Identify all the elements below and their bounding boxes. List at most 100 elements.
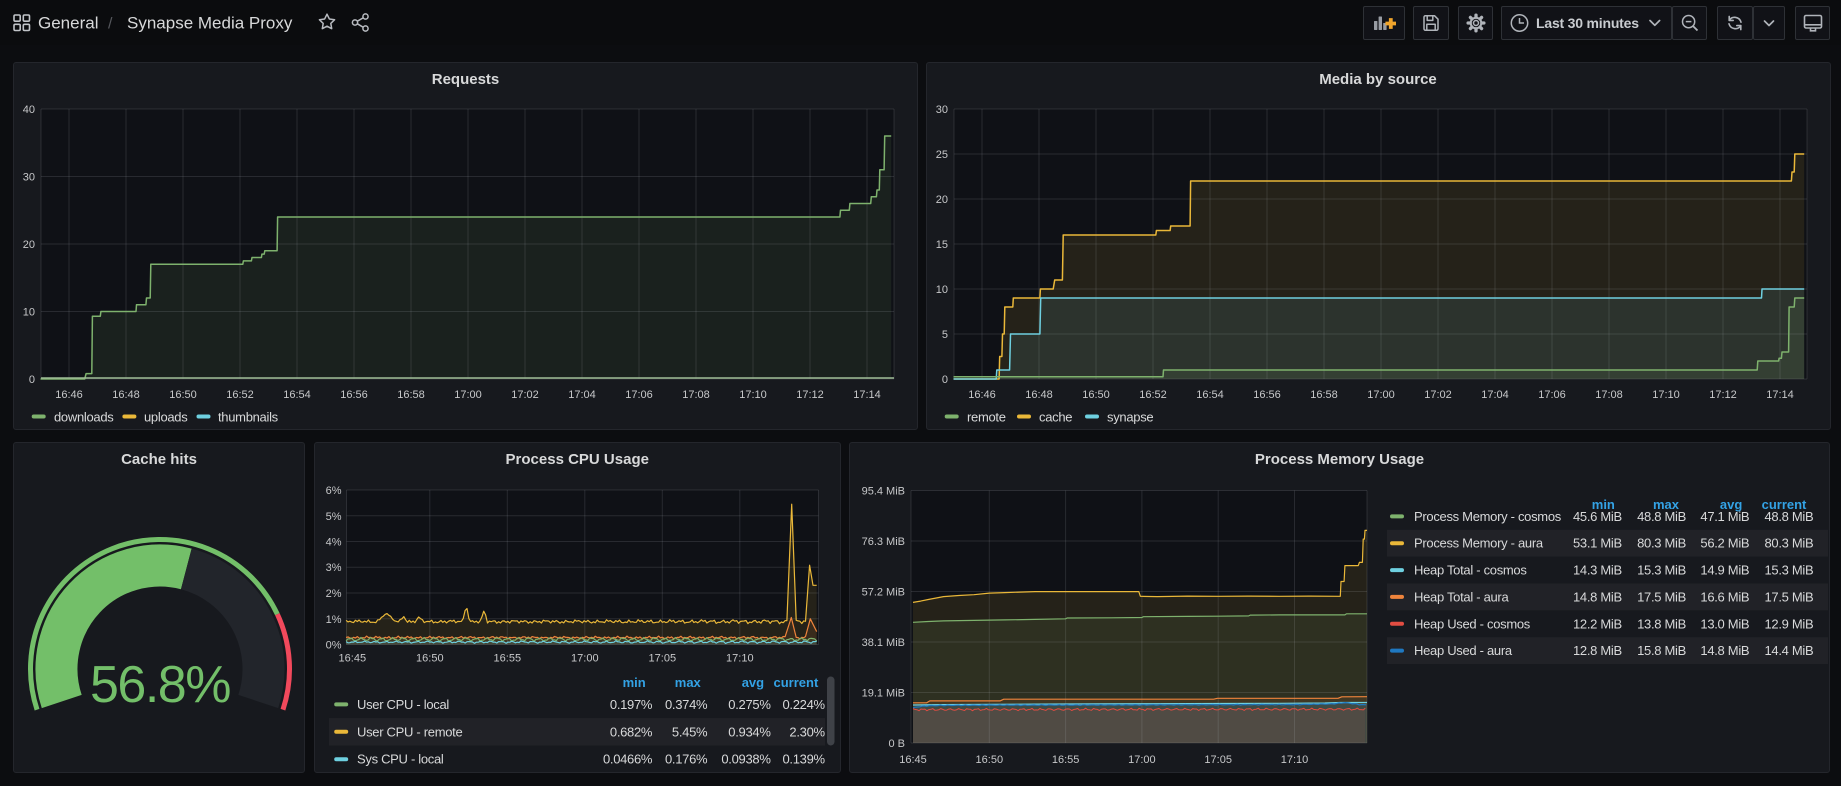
svg-text:16:50: 16:50: [976, 754, 1004, 766]
svg-text:16:48: 16:48: [1025, 389, 1053, 401]
svg-text:6%: 6%: [325, 485, 341, 497]
svg-text:40: 40: [23, 104, 35, 116]
svg-text:57.2 MiB: 57.2 MiB: [862, 587, 905, 599]
svg-text:17:00: 17:00: [454, 389, 482, 401]
svg-text:17:02: 17:02: [1424, 389, 1452, 401]
svg-text:17:05: 17:05: [1204, 754, 1232, 766]
svg-text:Heap Used - aura: Heap Used - aura: [1414, 643, 1513, 658]
svg-text:80.3 MiB: 80.3 MiB: [1637, 536, 1686, 551]
svg-text:16:45: 16:45: [338, 653, 366, 665]
svg-text:Heap Total - aura: Heap Total - aura: [1414, 589, 1509, 604]
svg-text:17.5 MiB: 17.5 MiB: [1764, 589, 1813, 604]
svg-text:16:50: 16:50: [1082, 389, 1110, 401]
svg-text:16:52: 16:52: [1139, 389, 1167, 401]
svg-text:20: 20: [935, 194, 947, 206]
svg-text:17:06: 17:06: [1538, 389, 1566, 401]
svg-text:95.4 MiB: 95.4 MiB: [862, 486, 905, 498]
svg-text:17:14: 17:14: [853, 389, 881, 401]
svg-text:uploads: uploads: [144, 410, 188, 425]
svg-text:16:54: 16:54: [283, 389, 311, 401]
svg-text:15.3 MiB: 15.3 MiB: [1764, 563, 1813, 578]
svg-text:48.8 MiB: 48.8 MiB: [1637, 509, 1686, 524]
svg-text:16:56: 16:56: [1253, 389, 1281, 401]
svg-text:17:14: 17:14: [1766, 389, 1794, 401]
svg-text:17:04: 17:04: [1481, 389, 1509, 401]
svg-text:Last 30 minutes: Last 30 minutes: [1536, 15, 1639, 31]
svg-text:16:54: 16:54: [1196, 389, 1224, 401]
svg-text:16:55: 16:55: [1052, 754, 1080, 766]
svg-text:16:58: 16:58: [1310, 389, 1338, 401]
svg-text:0.0466%: 0.0466%: [602, 752, 652, 767]
svg-text:0.176%: 0.176%: [665, 752, 708, 767]
svg-text:19.1 MiB: 19.1 MiB: [862, 688, 905, 700]
svg-text:downloads: downloads: [54, 410, 114, 425]
svg-text:0.139%: 0.139%: [782, 752, 825, 767]
svg-text:0.682%: 0.682%: [609, 724, 652, 739]
svg-text:17:10: 17:10: [1281, 754, 1309, 766]
svg-text:14.4 MiB: 14.4 MiB: [1764, 643, 1813, 658]
svg-text:16:55: 16:55: [493, 653, 521, 665]
svg-text:12.9 MiB: 12.9 MiB: [1764, 616, 1813, 631]
svg-text:14.9 MiB: 14.9 MiB: [1700, 563, 1749, 578]
svg-text:38.1 MiB: 38.1 MiB: [862, 637, 905, 649]
svg-text:remote: remote: [967, 410, 1006, 425]
svg-text:Sys CPU - local: Sys CPU - local: [357, 752, 444, 767]
svg-text:4%: 4%: [325, 537, 341, 549]
svg-text:cache: cache: [1039, 410, 1072, 425]
svg-text:0.224%: 0.224%: [782, 697, 825, 712]
svg-text:16:46: 16:46: [55, 389, 83, 401]
svg-text:0.374%: 0.374%: [665, 697, 708, 712]
svg-text:17:08: 17:08: [1595, 389, 1623, 401]
svg-text:16:58: 16:58: [397, 389, 425, 401]
svg-text:16:50: 16:50: [416, 653, 444, 665]
svg-text:avg: avg: [741, 675, 763, 690]
svg-text:10: 10: [23, 307, 35, 319]
svg-text:15.8 MiB: 15.8 MiB: [1637, 643, 1686, 658]
svg-text:56.2 MiB: 56.2 MiB: [1700, 536, 1749, 551]
svg-text:0 B: 0 B: [888, 738, 905, 750]
svg-text:17:04: 17:04: [568, 389, 596, 401]
svg-text:0.197%: 0.197%: [609, 697, 652, 712]
svg-text:Process Memory - cosmos: Process Memory - cosmos: [1414, 509, 1562, 524]
svg-text:16:56: 16:56: [340, 389, 368, 401]
svg-text:17:10: 17:10: [726, 653, 754, 665]
svg-text:0.275%: 0.275%: [728, 697, 771, 712]
svg-text:0.0938%: 0.0938%: [721, 752, 771, 767]
svg-text:45.6 MiB: 45.6 MiB: [1573, 509, 1622, 524]
svg-text:47.1 MiB: 47.1 MiB: [1700, 509, 1749, 524]
svg-text:3%: 3%: [325, 562, 341, 574]
svg-text:/: /: [108, 16, 113, 33]
svg-text:17:06: 17:06: [625, 389, 653, 401]
svg-text:17:00: 17:00: [1128, 754, 1156, 766]
svg-text:17:00: 17:00: [1367, 389, 1395, 401]
svg-text:16.6 MiB: 16.6 MiB: [1700, 589, 1749, 604]
svg-text:14.3 MiB: 14.3 MiB: [1573, 563, 1622, 578]
svg-text:15.3 MiB: 15.3 MiB: [1637, 563, 1686, 578]
svg-text:16:45: 16:45: [899, 754, 927, 766]
svg-text:76.3 MiB: 76.3 MiB: [862, 536, 905, 548]
svg-text:15: 15: [935, 239, 947, 251]
svg-text:current: current: [773, 675, 818, 690]
svg-text:17:08: 17:08: [682, 389, 710, 401]
svg-text:0: 0: [29, 374, 35, 386]
svg-text:synapse: synapse: [1107, 410, 1153, 425]
svg-text:17:05: 17:05: [648, 653, 676, 665]
svg-text:0%: 0%: [325, 640, 341, 652]
svg-text:17:02: 17:02: [511, 389, 539, 401]
svg-text:14.8 MiB: 14.8 MiB: [1700, 643, 1749, 658]
svg-text:17:10: 17:10: [1652, 389, 1680, 401]
svg-text:20: 20: [23, 239, 35, 251]
svg-text:thumbnails: thumbnails: [218, 410, 279, 425]
svg-text:17:12: 17:12: [796, 389, 824, 401]
svg-text:max: max: [674, 675, 701, 690]
svg-text:User CPU - local: User CPU - local: [357, 697, 449, 712]
svg-text:17:10: 17:10: [739, 389, 767, 401]
svg-text:12.2 MiB: 12.2 MiB: [1573, 616, 1622, 631]
svg-text:2.30%: 2.30%: [789, 724, 825, 739]
svg-text:Heap Total - cosmos: Heap Total - cosmos: [1414, 563, 1527, 578]
svg-text:Heap Used - cosmos: Heap Used - cosmos: [1414, 616, 1531, 631]
svg-text:30: 30: [935, 104, 947, 116]
svg-text:2%: 2%: [325, 588, 341, 600]
svg-text:16:50: 16:50: [169, 389, 197, 401]
svg-text:56.8%: 56.8%: [90, 656, 230, 714]
